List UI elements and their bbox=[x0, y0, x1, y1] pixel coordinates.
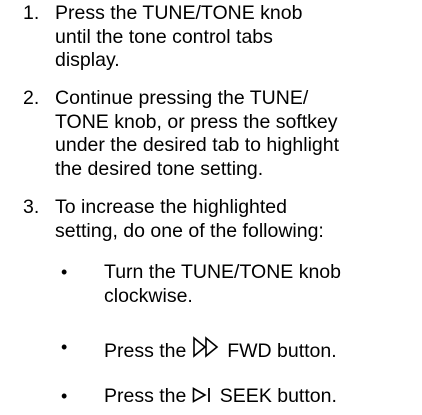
bullet-text-after: FWD button. bbox=[227, 340, 337, 362]
bullet-marker: • bbox=[61, 262, 68, 282]
bullet-line: Press the SEEK button. bbox=[104, 385, 414, 409]
step-line: Press the TUNE/TONE knob bbox=[55, 2, 303, 24]
bullet-text: Press the FWD button. bbox=[104, 336, 414, 364]
owners-manual-page: 1. Press the TUNE/TONE knob until the to… bbox=[0, 0, 422, 415]
step-line: To increase the highlighted bbox=[55, 196, 287, 218]
step-line: setting, do one of the following: bbox=[55, 219, 324, 242]
bullet-marker: • bbox=[61, 386, 68, 406]
bullet-text: Turn the TUNE/TONE knob clockwise. bbox=[104, 261, 414, 308]
step-number: 3. bbox=[23, 196, 40, 218]
step-line: Continue pressing the TUNE/ bbox=[55, 87, 309, 109]
step-line: until the tone control tabs bbox=[55, 25, 273, 48]
step-line: TONE knob, or press the softkey bbox=[55, 110, 338, 133]
step-number: 1. bbox=[23, 2, 40, 24]
step-text: To increase the highlighted setting, do … bbox=[55, 196, 415, 243]
step-line: display. bbox=[55, 49, 120, 71]
bullet-text-before: Press the bbox=[104, 340, 187, 362]
step-text: Continue pressing the TUNE/ TONE knob, o… bbox=[55, 87, 415, 181]
step-line: under the desired tab to highlight bbox=[55, 134, 340, 156]
seek-next-icon bbox=[192, 387, 210, 403]
bullet-line: Turn the TUNE/TONE knob bbox=[104, 261, 341, 283]
bullet-text-after: SEEK button. bbox=[219, 385, 337, 407]
bullet-marker: • bbox=[61, 337, 68, 357]
bullet-text-before: Press the bbox=[104, 385, 187, 407]
bullet-line: clockwise. bbox=[104, 284, 193, 307]
step-text: Press the TUNE/TONE knob until the tone … bbox=[55, 2, 415, 73]
bullet-line: Press the FWD button. bbox=[104, 336, 414, 364]
step-line: the desired tone setting. bbox=[55, 157, 264, 180]
bullet-text: Press the SEEK button. bbox=[104, 385, 414, 409]
fast-forward-icon bbox=[192, 336, 219, 358]
step-number: 2. bbox=[23, 87, 40, 109]
